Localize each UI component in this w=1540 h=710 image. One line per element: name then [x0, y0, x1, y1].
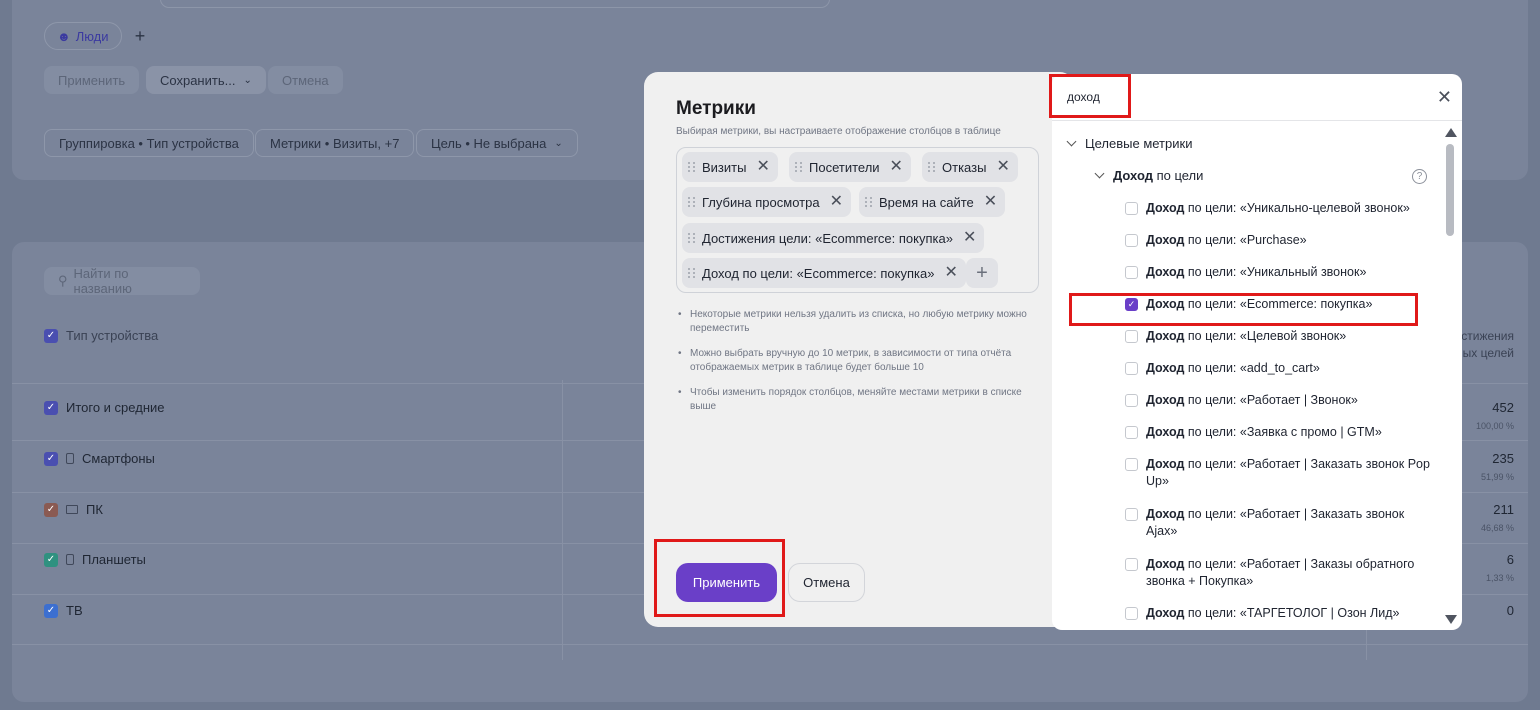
top-search-input[interactable] — [160, 0, 830, 8]
row-value: 6 1,33 % — [1485, 552, 1514, 583]
subgroup-revenue-by-goal[interactable]: Доход по цели — [1094, 168, 1203, 183]
drag-handle-icon[interactable] — [688, 233, 696, 243]
metrics-chip[interactable]: Метрики • Визиты, +7 — [255, 129, 415, 157]
hint-note: Некоторые метрики нельзя удалить из спис… — [678, 308, 1040, 336]
cancel-button[interactable]: Отмена — [788, 563, 865, 602]
metric-tag[interactable]: Визиты ✕ — [682, 152, 778, 182]
add-metric-button[interactable]: + — [966, 258, 998, 288]
row-value: 452 100,00 % — [1475, 400, 1514, 431]
metric-option[interactable]: Доход по цели: «Уникальный звонок» — [1125, 264, 1435, 281]
metric-tag[interactable]: Посетители ✕ — [789, 152, 911, 182]
checkbox[interactable]: ✓ — [44, 400, 58, 415]
help-icon[interactable]: ? — [1412, 169, 1427, 184]
search-icon: ⚲ — [58, 273, 68, 288]
metric-option[interactable]: Доход по цели: «ТАРГЕТОЛОГ | Озон Лид» — [1125, 605, 1435, 622]
checkbox[interactable] — [1125, 362, 1138, 375]
metric-option[interactable]: Доход по цели: «Purchase» — [1125, 232, 1435, 249]
bg-cancel-button[interactable]: Отмена — [268, 66, 343, 94]
checkbox[interactable] — [1125, 266, 1138, 279]
group-target-metrics[interactable]: Целевые метрики — [1066, 136, 1192, 151]
goal-chip[interactable]: Цель • Не выбрана ⌄ — [416, 129, 578, 157]
close-icon[interactable]: ✕ — [963, 230, 976, 246]
scroll-down-icon[interactable] — [1445, 615, 1457, 624]
close-icon[interactable]: ✕ — [756, 159, 769, 175]
checkbox[interactable]: ✓ — [44, 552, 58, 567]
metric-option[interactable]: Доход по цели: «Целевой звонок» — [1125, 328, 1435, 345]
close-icon[interactable]: ✕ — [944, 265, 957, 281]
bg-apply-button[interactable]: Применить — [44, 66, 140, 94]
metric-option[interactable]: Доход по цели: «Уникально-целевой звонок… — [1125, 200, 1435, 217]
drag-handle-icon[interactable] — [865, 197, 873, 207]
metric-option[interactable]: Доход по цели: «Заявка с промо | GTM» — [1125, 424, 1435, 441]
metric-tag[interactable]: Доход по цели: «Ecommerce: покупка» ✕ — [682, 258, 966, 288]
scroll-up-icon[interactable] — [1445, 128, 1457, 137]
metrics-dropdown: доход ✕ Целевые метрики Доход по цели ? … — [1052, 74, 1462, 630]
close-icon[interactable]: ✕ — [996, 159, 1009, 175]
hint-note: Можно выбрать вручную до 10 метрик, в за… — [678, 347, 1040, 375]
checkbox[interactable]: ✓ — [44, 603, 58, 618]
grouping-chip[interactable]: Группировка • Тип устройства — [44, 129, 254, 157]
checkbox[interactable] — [1125, 234, 1138, 247]
checkbox[interactable] — [1125, 202, 1138, 215]
checkbox[interactable] — [1125, 508, 1138, 521]
chevron-down-icon: ⌄ — [243, 74, 252, 86]
drag-handle-icon[interactable] — [795, 162, 803, 172]
column-header-device[interactable]: ✓ Тип устройства — [44, 328, 158, 343]
table-row[interactable]: ✓ ТВ — [44, 603, 83, 618]
table-row[interactable]: ✓ Планшеты — [44, 552, 146, 567]
scrollbar-thumb[interactable] — [1446, 144, 1454, 236]
bg-save-button[interactable]: Сохранить... ⌄ — [146, 66, 266, 94]
chevron-down-icon — [1094, 168, 1105, 179]
tablet-icon — [66, 554, 74, 565]
metric-tag[interactable]: Достижения цели: «Ecommerce: покупка» ✕ — [682, 223, 985, 253]
row-value: 0 — [1506, 603, 1514, 618]
chevron-down-icon: ⌄ — [554, 137, 563, 149]
checkbox[interactable] — [1125, 458, 1138, 471]
chevron-down-icon — [1066, 136, 1077, 147]
highlight-apply-button — [654, 539, 785, 617]
metric-tag[interactable]: Время на сайте ✕ — [859, 187, 1006, 217]
dialog-subtitle: Выбирая метрики, вы настраиваете отображ… — [676, 126, 1001, 137]
close-icon[interactable]: ✕ — [830, 194, 843, 210]
checkbox[interactable] — [1125, 330, 1138, 343]
smartphone-icon — [66, 453, 74, 464]
checkbox[interactable]: ✓ — [44, 502, 58, 517]
row-value: 211 46,68 % — [1480, 502, 1514, 533]
dialog-title: Метрики — [676, 98, 756, 119]
metric-option[interactable]: Доход по цели: «Работает | Заказать звон… — [1125, 456, 1435, 490]
checkbox[interactable] — [1125, 558, 1138, 571]
metric-option[interactable]: Доход по цели: «Работает | Звонок» — [1125, 392, 1435, 409]
add-segment-button[interactable]: + — [126, 22, 154, 50]
column-header-goals: стижения ых целей — [1461, 329, 1514, 360]
checkbox[interactable]: ✓ — [44, 451, 58, 466]
people-segment-button[interactable]: ☻ Люди — [44, 22, 122, 50]
drag-handle-icon[interactable] — [688, 162, 696, 172]
drag-handle-icon[interactable] — [928, 162, 936, 172]
row-value: 235 51,99 % — [1480, 451, 1514, 482]
table-search-input[interactable]: ⚲ Найти по названию — [44, 266, 200, 296]
drag-handle-icon[interactable] — [688, 197, 696, 207]
table-row[interactable]: ✓ Смартфоны — [44, 451, 155, 466]
checkbox[interactable] — [1125, 394, 1138, 407]
table-row[interactable]: ✓ ПК — [44, 502, 103, 517]
hint-note: Чтобы изменить порядок столбцов, меняйте… — [678, 386, 1040, 414]
checkbox[interactable] — [1125, 426, 1138, 439]
metric-option[interactable]: Доход по цели: «Работает | Заказать звон… — [1125, 506, 1435, 540]
drag-handle-icon[interactable] — [688, 268, 696, 278]
checkbox[interactable] — [1125, 607, 1138, 620]
close-icon[interactable]: ✕ — [890, 159, 903, 175]
metric-tag[interactable]: Глубина просмотра ✕ — [682, 187, 851, 217]
table-row[interactable]: ✓ Итого и средние — [44, 400, 164, 415]
metric-option[interactable]: Доход по цели: «Работает | Заказы обратн… — [1125, 556, 1435, 590]
close-icon[interactable]: ✕ — [1437, 87, 1452, 108]
person-icon: ☻ — [57, 28, 71, 44]
highlight-search — [1049, 74, 1131, 118]
metric-option[interactable]: Доход по цели: «add_to_cart» — [1125, 360, 1435, 377]
desktop-icon — [66, 505, 78, 514]
close-icon[interactable]: ✕ — [984, 194, 997, 210]
metric-tag[interactable]: Отказы ✕ — [922, 152, 1018, 182]
highlight-selected-option — [1069, 293, 1418, 326]
checkbox[interactable]: ✓ — [44, 328, 58, 343]
